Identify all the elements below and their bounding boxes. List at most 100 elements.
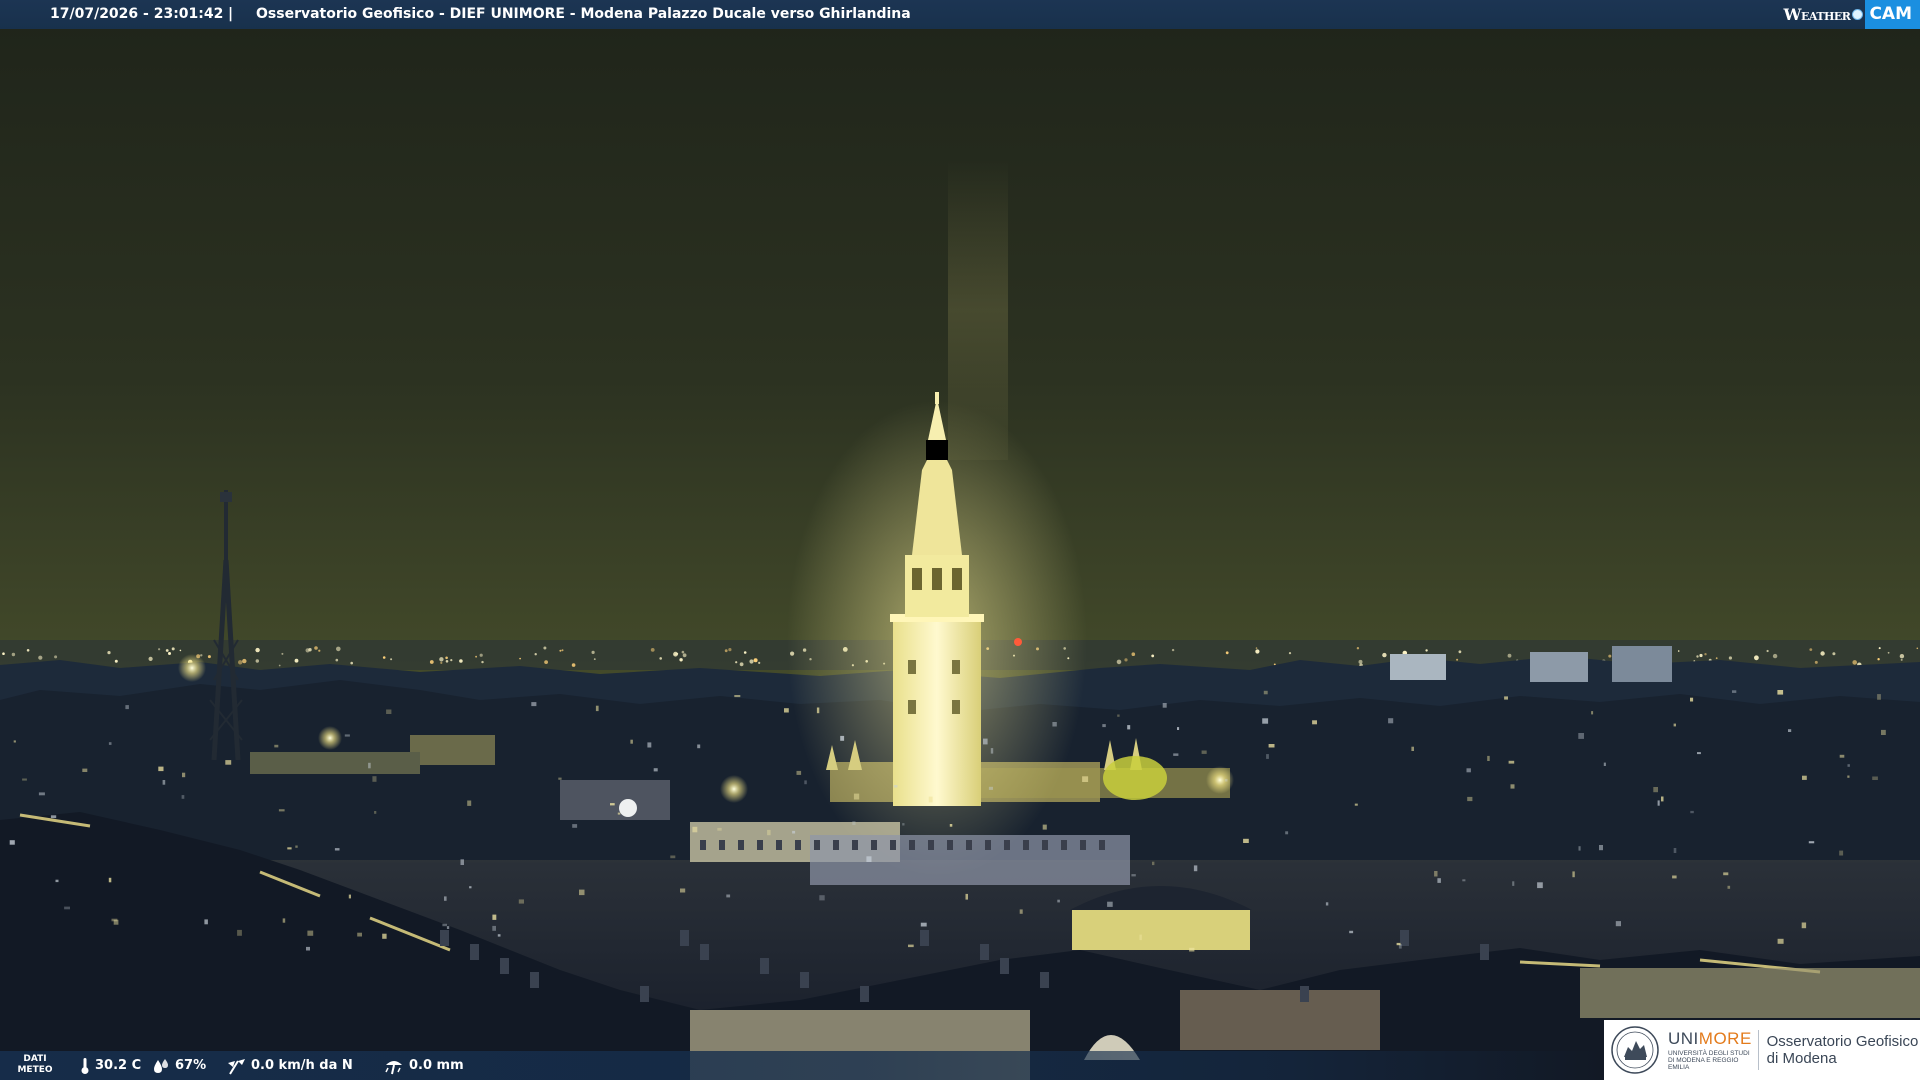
chimney	[1000, 958, 1009, 974]
horizon-light	[242, 658, 247, 664]
horizon-light	[1131, 652, 1136, 656]
wind-value: 0.0 km/h da N	[251, 1058, 353, 1073]
horizon-light	[1608, 654, 1612, 658]
window-light	[82, 768, 88, 772]
window-light	[287, 847, 292, 850]
window-light	[1510, 784, 1515, 789]
horizon-light	[1814, 660, 1818, 664]
window-light	[22, 778, 27, 781]
horizon-light	[107, 651, 111, 655]
horizon-light	[2, 652, 5, 655]
window-light	[1802, 775, 1807, 780]
window-light	[372, 776, 377, 782]
window-light	[531, 702, 537, 707]
horizon-light	[158, 648, 161, 651]
window-light	[278, 809, 285, 812]
window-light	[1578, 846, 1581, 851]
facade-window	[871, 840, 877, 850]
horizon-light	[543, 646, 547, 650]
unimore-name: UNIMORE	[1668, 1029, 1756, 1048]
lit-tree	[1103, 756, 1167, 800]
window-light	[1487, 755, 1490, 761]
facade-window	[928, 840, 934, 850]
window-light	[734, 695, 741, 698]
window-light	[680, 888, 686, 893]
window-light	[1653, 787, 1658, 793]
weathercam-dot-icon	[1852, 9, 1864, 20]
horizon-light	[1899, 654, 1905, 659]
horizon-light	[445, 656, 448, 660]
window-light	[282, 918, 286, 923]
weathercam-logo[interactable]: Weather CAM	[1784, 0, 1920, 29]
lit-building-right-1	[1580, 968, 1920, 1018]
chimney	[700, 944, 709, 960]
window-light	[9, 840, 15, 845]
window-light	[1263, 690, 1268, 695]
window-light	[1052, 722, 1057, 727]
meteo-wind: 0.0 km/h da N	[226, 1051, 353, 1080]
horizon-light	[673, 651, 678, 657]
header-bar: 17/07/2026 - 23:01:42 | Osservatorio Geo…	[0, 0, 1920, 29]
chimney	[500, 958, 509, 974]
horizon-light	[1288, 652, 1292, 655]
meteo-rain: 0.0 mm	[384, 1051, 464, 1080]
lamp-glow-1	[178, 654, 206, 682]
window-light	[1193, 865, 1198, 872]
window-light	[307, 930, 314, 936]
horizon-light	[1171, 648, 1175, 652]
horizon-light	[171, 647, 175, 651]
chimney	[440, 930, 449, 946]
horizon-light	[1809, 648, 1813, 651]
window-light	[38, 792, 45, 796]
observatory-name: Osservatorio Geofisico di Modena	[1767, 1033, 1920, 1067]
horizon-light	[1852, 660, 1857, 665]
window-light	[158, 766, 164, 772]
white-building-far-2	[1530, 652, 1588, 682]
window-light	[1396, 942, 1401, 946]
horizon-light	[534, 653, 537, 656]
facade-window	[985, 840, 991, 850]
horizon-light	[440, 661, 443, 665]
webcam-frame: 17/07/2026 - 23:01:42 | Osservatorio Geo…	[0, 0, 1920, 1080]
window-light	[1872, 776, 1878, 780]
window-light	[1881, 729, 1886, 735]
window-light	[1262, 718, 1269, 724]
window-light	[306, 946, 310, 951]
facade-window	[757, 840, 763, 850]
horizon-light	[559, 649, 562, 652]
window-light	[908, 944, 914, 948]
lamp-glow-5	[619, 799, 637, 817]
window-light	[1591, 711, 1594, 715]
lit-building-fg-right	[1180, 990, 1380, 1050]
facade-window	[909, 840, 915, 850]
window-light	[446, 926, 450, 929]
chimney	[680, 930, 689, 946]
window-light	[1657, 800, 1660, 806]
window-light	[1266, 754, 1269, 759]
unimore-observatory-logo[interactable]: UNIMORE UNIVERSITÀ DEGLI STUDI DI MODENA…	[1604, 1020, 1920, 1080]
window-light	[558, 777, 562, 780]
horizon-light	[26, 649, 30, 652]
horizon-light	[1916, 647, 1919, 650]
window-light	[334, 848, 340, 851]
lit-building-left	[410, 735, 495, 765]
window-light	[1690, 810, 1694, 814]
facade-window	[1042, 840, 1048, 850]
facade-window	[776, 840, 782, 850]
window-light	[1437, 878, 1441, 883]
window-light	[1661, 796, 1664, 802]
window-light	[920, 922, 927, 927]
horizon-light	[459, 659, 463, 663]
window-light	[1325, 902, 1329, 906]
window-light	[610, 803, 615, 806]
horizon-light	[1715, 657, 1718, 660]
horizon-light	[1425, 649, 1428, 652]
window-light	[893, 785, 898, 788]
facade-window	[852, 840, 858, 850]
lamp-glow-2	[720, 775, 748, 803]
horizon-light	[1728, 656, 1732, 660]
horizon-light	[1358, 659, 1363, 664]
horizon-light	[1696, 655, 1699, 658]
window-light	[1057, 899, 1060, 903]
horizon-light	[1772, 653, 1778, 659]
